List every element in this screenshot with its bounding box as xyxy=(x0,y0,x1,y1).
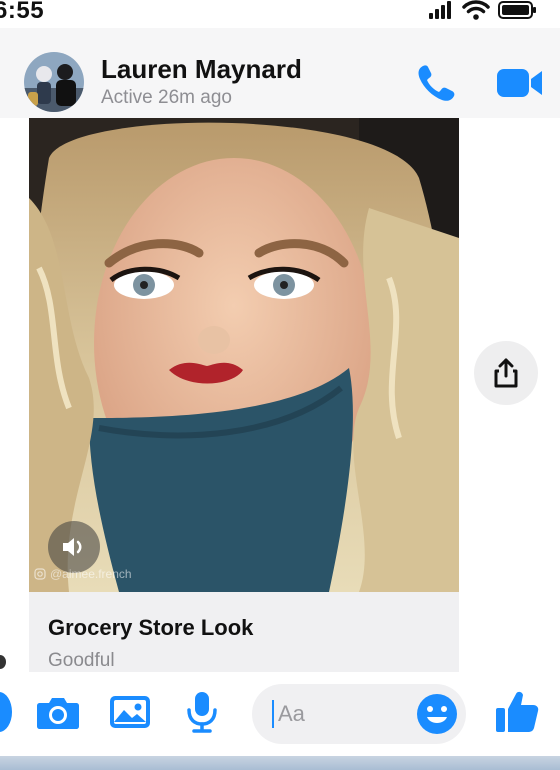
sender-avatar-stub xyxy=(0,655,6,669)
instagram-icon xyxy=(34,568,46,580)
link-card-footer[interactable]: Grocery Store Look Goodful xyxy=(29,592,459,672)
share-icon xyxy=(494,358,518,388)
avatar-photo xyxy=(24,52,84,112)
home-indicator-area xyxy=(0,756,560,770)
signal-icon xyxy=(429,1,451,19)
contact-name[interactable]: Lauren Maynard xyxy=(101,54,302,85)
message-input[interactable]: Aa xyxy=(252,684,466,744)
status-time: 6:55 xyxy=(0,0,45,24)
message-input-placeholder: Aa xyxy=(278,701,305,726)
sound-toggle-button[interactable] xyxy=(48,521,100,573)
emoji-icon[interactable] xyxy=(416,693,458,735)
status-icons xyxy=(428,0,538,20)
watermark-text: @aimee.french xyxy=(50,567,132,581)
wifi-icon xyxy=(462,0,490,20)
messenger-chat-screen: 6:55 Lauren Maynard Active 26m ago @aime… xyxy=(0,0,560,770)
shared-video-thumbnail[interactable] xyxy=(29,118,459,592)
chat-header: Lauren Maynard Active 26m ago xyxy=(0,28,560,118)
share-button[interactable] xyxy=(474,341,538,405)
camera-icon[interactable] xyxy=(36,694,80,730)
text-caret xyxy=(272,700,274,728)
message-composer: Aa xyxy=(0,672,560,756)
avatar[interactable] xyxy=(24,52,84,112)
video-watermark: @aimee.french xyxy=(34,567,132,581)
card-title: Grocery Store Look xyxy=(48,615,254,640)
thumbs-up-icon[interactable] xyxy=(494,688,540,734)
photo-icon[interactable] xyxy=(108,694,152,730)
status-bar: 6:55 xyxy=(0,0,560,28)
video-camera-icon[interactable] xyxy=(496,66,544,100)
card-source: Goodful xyxy=(48,650,115,671)
more-actions-icon[interactable] xyxy=(0,692,12,732)
microphone-icon[interactable] xyxy=(185,690,219,734)
battery-icon xyxy=(498,1,536,19)
speaker-icon xyxy=(63,538,82,556)
contact-status: Active 26m ago xyxy=(101,87,232,108)
video-frame xyxy=(29,118,459,592)
phone-icon[interactable] xyxy=(414,62,460,104)
